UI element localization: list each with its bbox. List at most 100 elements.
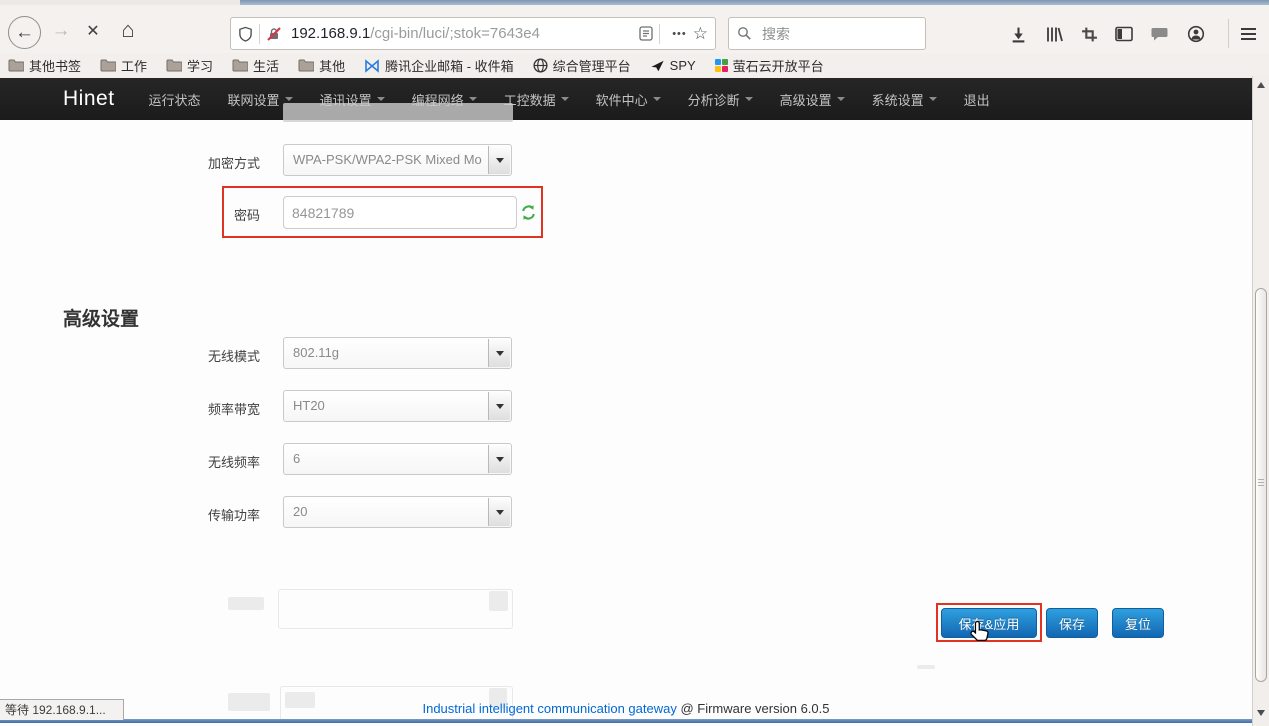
bookmark-folder-misc[interactable]: 其他 [298,56,345,75]
forward-icon: → [52,20,71,42]
bookmark-tencent-mail[interactable]: 腾讯企业邮箱 - 收件箱 [364,56,514,75]
nav-item-industrial-data[interactable]: 工控数据 [504,90,569,109]
search-bar[interactable] [728,17,926,50]
download-icon[interactable] [1006,22,1030,46]
nav-item-logout[interactable]: 退出 [964,90,990,109]
stop-button[interactable]: ✕ [80,18,106,44]
bookmark-ezviz-platform[interactable]: 萤石云开放平台 [715,56,824,75]
search-input[interactable] [760,25,917,43]
thumb-grip [1258,482,1264,483]
nav-item-system-settings[interactable]: 系统设置 [872,90,937,109]
scrollbar-thumb[interactable] [1255,288,1267,682]
library-icon[interactable] [1042,22,1066,46]
four-dots-icon [715,59,728,72]
account-icon[interactable] [1184,22,1208,46]
thumb-grip [1258,479,1264,480]
tx-power-select[interactable]: 20 [283,496,512,528]
scroll-down-icon[interactable] [1257,710,1265,716]
folder-icon [8,59,24,72]
brand-logo[interactable]: Hinet [63,87,115,111]
dropdown-button[interactable] [488,339,510,367]
encryption-select[interactable]: WPA-PSK/WPA2-PSK Mixed Mo [283,144,512,176]
nav-item-status[interactable]: 运行状态 [149,90,201,109]
browser-toolbar: ← → ✕ ⌂ 192.168.9.1/cgi-bin/luci/;stok=7… [0,5,1269,54]
nav-item-advanced-settings[interactable]: 高级设置 [780,90,845,109]
dropdown-button[interactable] [488,498,510,526]
scroll-up-icon[interactable] [1257,82,1265,88]
scroll-artifact [228,597,264,610]
home-icon: ⌂ [121,17,134,43]
app-navbar: Hinet 运行状态 联网设置 通讯设置 编程网络 工控数据 软件中心 分析诊断… [0,78,1252,120]
folder-icon [100,59,116,72]
page-footer: Industrial intelligent communication gat… [0,701,1252,716]
chat-bubble-icon[interactable] [1148,22,1172,46]
bandwidth-label: 频率带宽 [120,399,260,418]
chevron-down-icon [561,97,569,101]
status-tooltip: 等待 192.168.9.1... [0,699,124,720]
scroll-artifact [283,103,513,122]
dropdown-button[interactable] [488,146,510,174]
menu-hamburger-icon[interactable] [1236,22,1260,46]
channel-select[interactable]: 6 [283,443,512,475]
bookmark-label: SPY [670,58,696,73]
footer-bar [0,719,1269,723]
chevron-down-icon [377,97,385,101]
chevron-down-icon [745,97,753,101]
thumb-grip [1258,485,1264,486]
toolbar-divider [1228,19,1229,48]
sidebar-toggle-icon[interactable] [1112,22,1136,46]
bandwidth-select[interactable]: HT20 [283,390,512,422]
reader-mode-icon[interactable] [639,26,653,41]
forward-button[interactable]: → [48,18,74,44]
bookmark-folder-work[interactable]: 工作 [100,56,147,75]
screenshot-crop-icon[interactable] [1077,22,1101,46]
folder-icon [166,59,182,72]
chevron-down-icon [653,97,661,101]
highlight-box-password [222,186,543,238]
bookmark-management-platform[interactable]: 综合管理平台 [533,56,631,75]
back-button[interactable]: ← [8,16,41,49]
insecure-lock-icon[interactable] [266,26,282,42]
nav-item-software-center[interactable]: 软件中心 [596,90,661,109]
url-bar[interactable]: 192.168.9.1/cgi-bin/luci/;stok=7643e4 ••… [230,17,716,50]
folder-icon [298,59,314,72]
urlbar-divider [659,24,660,44]
dropdown-button[interactable] [488,445,510,473]
bookmark-folder-other-bookmarks[interactable]: 其他书签 [8,56,81,75]
scroll-artifact [489,591,508,611]
reset-button[interactable]: 复位 [1112,608,1164,638]
plane-icon [650,59,665,73]
home-button[interactable]: ⌂ [114,16,142,44]
page-actions-icon[interactable]: ••• [672,28,687,40]
wireless-mode-label: 无线模式 [120,346,260,365]
bookmark-spy[interactable]: SPY [650,58,696,73]
bookmark-folder-study[interactable]: 学习 [166,56,213,75]
dropdown-button[interactable] [488,392,510,420]
wireless-mode-select[interactable]: 802.11g [283,337,512,369]
dropdown-arrow-icon [496,351,504,356]
chevron-down-icon [929,97,937,101]
scrollbar[interactable] [1252,76,1269,726]
encryption-label: 加密方式 [120,153,260,172]
save-button[interactable]: 保存 [1046,608,1098,638]
bookmark-label: 综合管理平台 [553,56,631,75]
footer-link[interactable]: Industrial intelligent communication gat… [422,701,676,716]
stop-icon: ✕ [86,21,99,41]
bookmark-label: 其他 [319,56,345,75]
dropdown-arrow-icon [496,158,504,163]
bookmark-folder-life[interactable]: 生活 [232,56,279,75]
urlbar-divider [259,24,260,44]
shield-icon[interactable] [238,26,253,42]
chevron-down-icon [837,97,845,101]
nav-item-diagnostics[interactable]: 分析诊断 [688,90,753,109]
search-icon [737,26,752,41]
footer-version: @ Firmware version 6.0.5 [680,701,829,716]
bookmark-label: 生活 [253,56,279,75]
hand-cursor [968,620,990,644]
bookmark-label: 其他书签 [29,56,81,75]
folder-icon [232,59,248,72]
globe-icon [533,58,548,73]
bookmark-star-icon[interactable]: ☆ [693,24,708,44]
url-path: /cgi-bin/luci/;stok=7643e4 [370,25,540,42]
chevron-down-icon [469,97,477,101]
